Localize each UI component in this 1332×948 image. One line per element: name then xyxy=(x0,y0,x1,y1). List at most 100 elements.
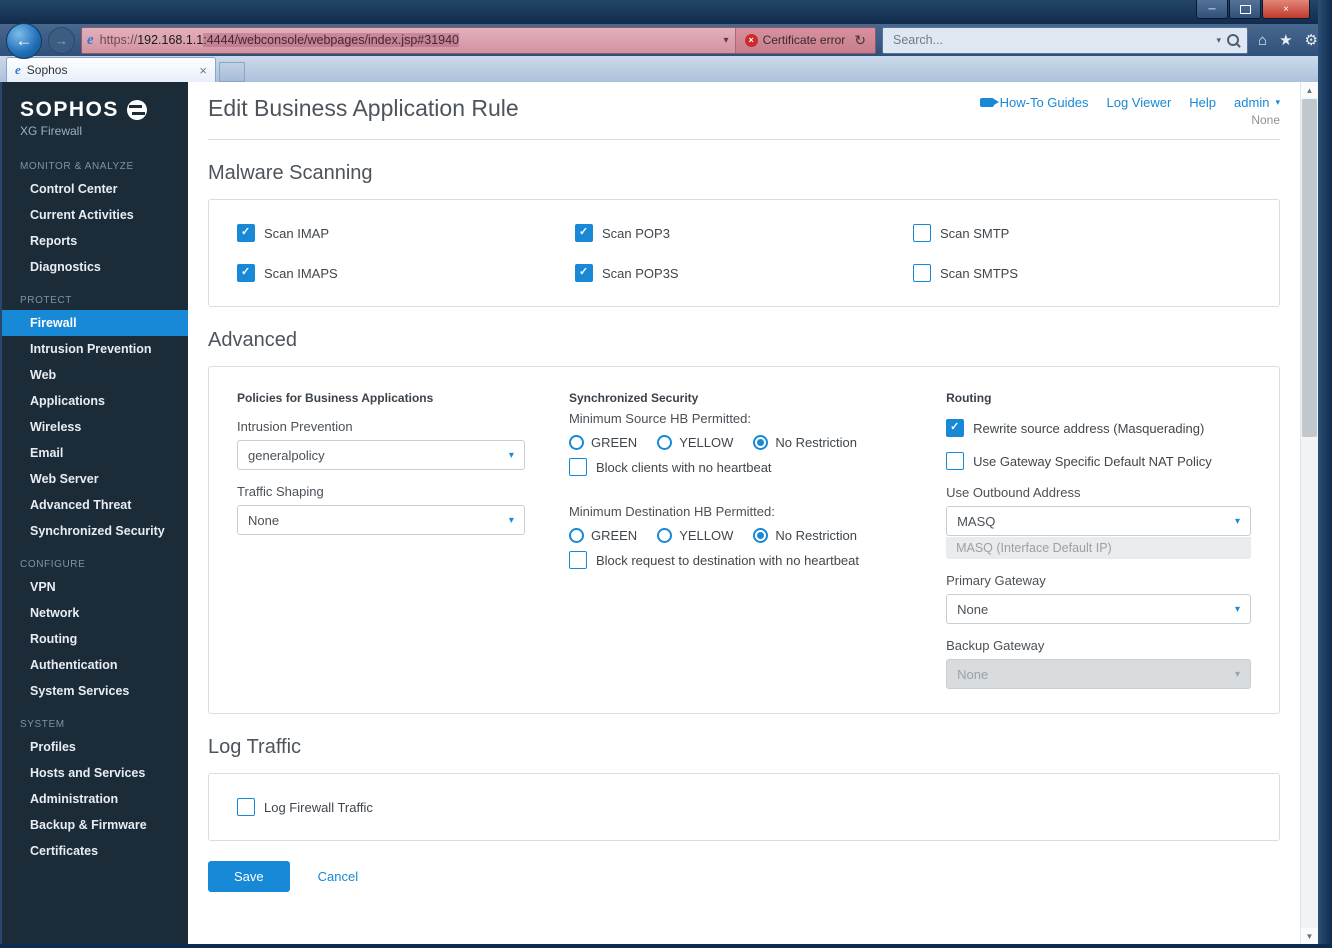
sidebar-item-web-server[interactable]: Web Server xyxy=(2,466,188,492)
sidebar-item-firewall[interactable]: Firewall xyxy=(2,310,188,336)
checkbox-icon xyxy=(946,452,965,470)
checkbox-icon xyxy=(946,419,965,437)
sidebar-item-web[interactable]: Web xyxy=(2,362,188,388)
url-text[interactable]: https://192.168.1.1:4444/webconsole/webp… xyxy=(100,33,718,47)
tools-gear-icon[interactable]: ⚙ xyxy=(1305,31,1318,49)
radio-source-no-restriction[interactable]: No Restriction xyxy=(753,435,857,450)
checkbox-label: Scan IMAP xyxy=(264,225,330,241)
tab-title: Sophos xyxy=(26,63,68,77)
sidebar-item-applications[interactable]: Applications xyxy=(2,388,188,414)
admin-menu[interactable]: admin ▾ xyxy=(1234,95,1280,110)
checkbox-log-firewall-traffic[interactable]: Log Firewall Traffic xyxy=(237,798,1251,816)
checkbox-scan-pop3s[interactable]: Scan POP3S xyxy=(575,264,913,282)
address-dropdown-icon[interactable]: ▾ xyxy=(718,35,735,46)
howto-guides-link[interactable]: How-To Guides xyxy=(979,95,1088,110)
sidebar-item-synchronized-security[interactable]: Synchronized Security xyxy=(2,518,188,544)
traffic-shaping-select[interactable]: None ▾ xyxy=(237,505,525,535)
app-frame: SOPHOS XG Firewall MONITOR & ANALYZE Con… xyxy=(2,82,1318,944)
certificate-error-button[interactable]: × Certificate error ↻ xyxy=(734,27,875,53)
sidebar: SOPHOS XG Firewall MONITOR & ANALYZE Con… xyxy=(2,82,188,944)
checkbox-gateway-default-nat[interactable]: Use Gateway Specific Default NAT Policy xyxy=(946,452,1251,470)
sidebar-item-authentication[interactable]: Authentication xyxy=(2,652,188,678)
sidebar-item-system-services[interactable]: System Services xyxy=(2,678,188,704)
checkbox-label: Scan SMTPS xyxy=(940,265,1019,281)
radio-dest-yellow[interactable]: YELLOW xyxy=(657,528,733,543)
back-icon: ← xyxy=(15,31,33,50)
sidebar-item-vpn[interactable]: VPN xyxy=(2,574,188,600)
search-box[interactable]: ▾ xyxy=(882,26,1249,54)
sidebar-item-intrusion-prevention[interactable]: Intrusion Prevention xyxy=(2,336,188,362)
sidebar-item-certificates[interactable]: Certificates xyxy=(2,838,188,864)
cancel-button[interactable]: Cancel xyxy=(318,869,358,884)
log-viewer-link[interactable]: Log Viewer xyxy=(1106,95,1171,110)
checkbox-scan-smtp[interactable]: Scan SMTP xyxy=(913,224,1251,242)
refresh-icon[interactable]: ↻ xyxy=(854,32,866,49)
chevron-down-icon: ▾ xyxy=(1234,515,1240,527)
checkbox-block-request-no-heartbeat[interactable]: Block request to destination with no hea… xyxy=(568,551,902,569)
main-content: Edit Business Application Rule How-To Gu… xyxy=(188,82,1300,944)
new-tab-button[interactable] xyxy=(219,62,245,82)
scroll-up-icon[interactable]: ▲ xyxy=(1301,82,1318,98)
scroll-down-icon[interactable]: ▼ xyxy=(1301,928,1318,944)
radio-source-green[interactable]: GREEN xyxy=(568,435,637,450)
scrollbar-thumb[interactable] xyxy=(1302,99,1317,437)
sidebar-item-reports[interactable]: Reports xyxy=(2,228,188,254)
tab-favicon: e xyxy=(15,62,21,77)
sidebar-item-email[interactable]: Email xyxy=(2,440,188,466)
checkbox-scan-smtps[interactable]: Scan SMTPS xyxy=(913,264,1251,282)
help-link[interactable]: Help xyxy=(1189,95,1216,110)
checkbox-block-clients-no-heartbeat[interactable]: Block clients with no heartbeat xyxy=(568,458,902,476)
sidebar-item-control-center[interactable]: Control Center xyxy=(2,176,188,202)
sidebar-item-network[interactable]: Network xyxy=(2,600,188,626)
malware-scanning-card: Scan IMAP Scan POP3 Scan SMTP Scan IMAPS xyxy=(208,199,1280,307)
malware-checkbox-grid: Scan IMAP Scan POP3 Scan SMTP Scan IMAPS xyxy=(237,224,1251,282)
tab-bar: e Sophos × xyxy=(0,56,1332,83)
close-button[interactable]: × xyxy=(1262,0,1310,19)
checkbox-scan-pop3[interactable]: Scan POP3 xyxy=(575,224,913,242)
address-bar[interactable]: e https://192.168.1.1:4444/webconsole/we… xyxy=(81,26,876,54)
sidebar-item-profiles[interactable]: Profiles xyxy=(2,734,188,760)
sidebar-item-backup-firmware[interactable]: Backup & Firmware xyxy=(2,812,188,838)
search-input[interactable] xyxy=(891,32,1211,48)
sidebar-item-administration[interactable]: Administration xyxy=(2,786,188,812)
search-dropdown-icon[interactable]: ▾ xyxy=(1217,35,1222,46)
radio-dest-green[interactable]: GREEN xyxy=(568,528,637,543)
maximize-button[interactable] xyxy=(1229,0,1261,19)
sidebar-item-advanced-threat[interactable]: Advanced Threat xyxy=(2,492,188,518)
page-header: Edit Business Application Rule How-To Gu… xyxy=(188,82,1300,135)
home-icon[interactable]: ⌂ xyxy=(1258,32,1267,49)
radio-icon xyxy=(568,435,584,450)
radio-icon xyxy=(753,528,769,543)
favorites-star-icon[interactable]: ★ xyxy=(1279,31,1292,49)
checkbox-rewrite-source-address[interactable]: Rewrite source address (Masquerading) xyxy=(946,419,1251,437)
primary-gateway-select[interactable]: None ▾ xyxy=(946,594,1251,624)
page-scrollbar[interactable]: ▲ ▼ xyxy=(1300,82,1318,944)
chevron-down-icon: ▾ xyxy=(1275,97,1280,107)
routing-column: Routing Rewrite source address (Masquera… xyxy=(946,391,1251,689)
checkbox-scan-imaps[interactable]: Scan IMAPS xyxy=(237,264,575,282)
checkbox-scan-imap[interactable]: Scan IMAP xyxy=(237,224,575,242)
forward-button[interactable]: → xyxy=(48,26,75,54)
search-icon[interactable] xyxy=(1227,34,1240,46)
tab-sophos[interactable]: e Sophos × xyxy=(6,57,216,82)
sidebar-item-current-activities[interactable]: Current Activities xyxy=(2,202,188,228)
routing-heading: Routing xyxy=(946,391,992,405)
dest-hb-radio-group: GREEN YELLOW No Restriction xyxy=(568,528,902,543)
sidebar-item-routing[interactable]: Routing xyxy=(2,626,188,652)
minimize-button[interactable]: ─ xyxy=(1196,0,1228,19)
window-bottom-border xyxy=(0,944,1332,948)
source-hb-radio-group: GREEN YELLOW No Restriction xyxy=(568,435,902,450)
sidebar-section-system: SYSTEM xyxy=(20,719,65,730)
save-button[interactable]: Save xyxy=(208,861,290,892)
radio-source-yellow[interactable]: YELLOW xyxy=(657,435,733,450)
radio-dest-no-restriction[interactable]: No Restriction xyxy=(753,528,857,543)
outbound-address-select[interactable]: MASQ ▾ xyxy=(946,506,1251,536)
tab-close-icon[interactable]: × xyxy=(199,63,207,78)
sidebar-item-wireless[interactable]: Wireless xyxy=(2,414,188,440)
back-button[interactable]: ← xyxy=(6,23,42,59)
sidebar-item-diagnostics[interactable]: Diagnostics xyxy=(2,254,188,280)
intrusion-prevention-select[interactable]: generalpolicy ▾ xyxy=(237,440,525,470)
url-scheme: https:// xyxy=(99,33,138,47)
sidebar-item-hosts-and-services[interactable]: Hosts and Services xyxy=(2,760,188,786)
radio-icon xyxy=(568,528,584,543)
